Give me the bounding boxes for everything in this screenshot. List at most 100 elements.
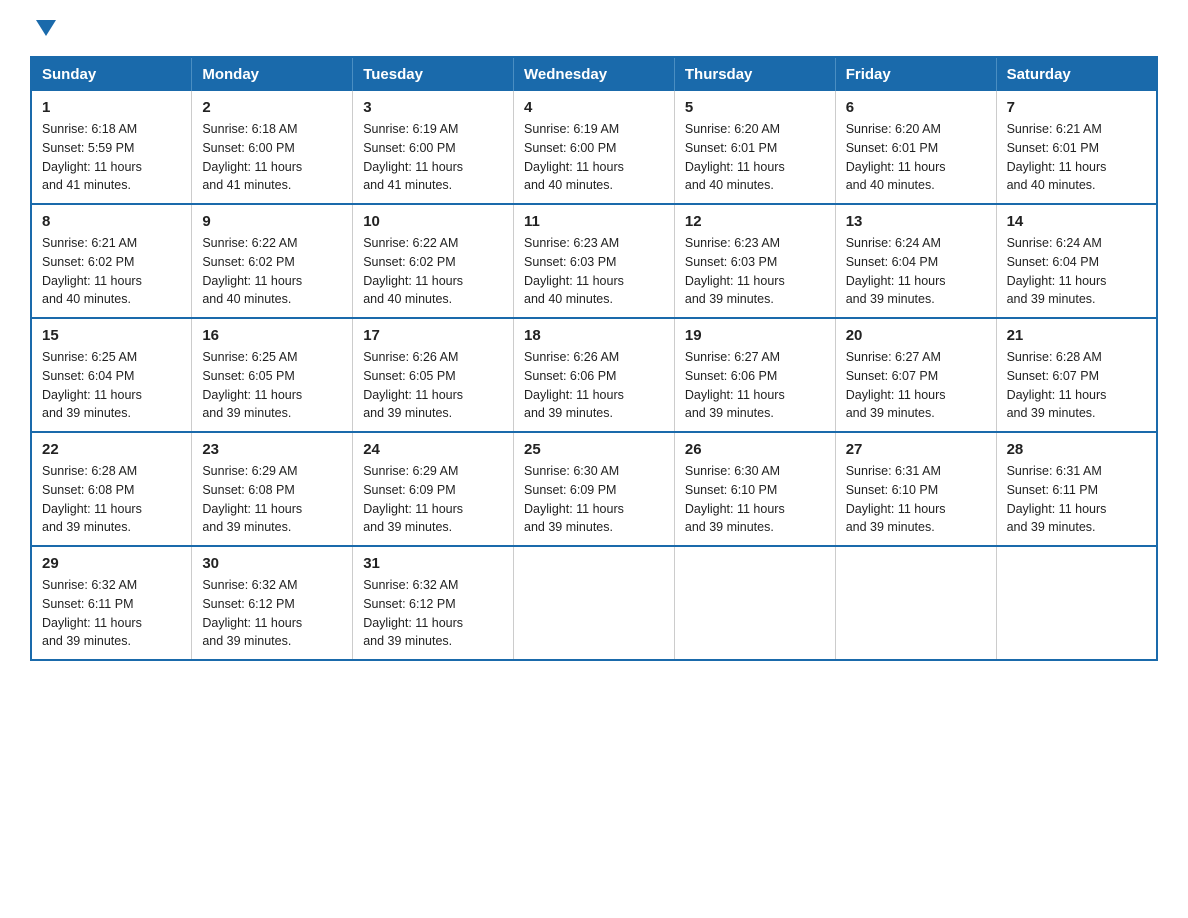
calendar-cell: 16 Sunrise: 6:25 AMSunset: 6:05 PMDaylig… [192,318,353,432]
calendar-cell: 23 Sunrise: 6:29 AMSunset: 6:08 PMDaylig… [192,432,353,546]
calendar-cell: 22 Sunrise: 6:28 AMSunset: 6:08 PMDaylig… [31,432,192,546]
weekday-header-saturday: Saturday [996,57,1157,91]
day-info: Sunrise: 6:22 AMSunset: 6:02 PMDaylight:… [202,234,342,309]
logo-blue-text [30,20,56,36]
calendar-cell: 1 Sunrise: 6:18 AMSunset: 5:59 PMDayligh… [31,91,192,204]
calendar-cell: 10 Sunrise: 6:22 AMSunset: 6:02 PMDaylig… [353,204,514,318]
calendar-week-row: 22 Sunrise: 6:28 AMSunset: 6:08 PMDaylig… [31,432,1157,546]
day-number: 28 [1007,441,1146,458]
day-number: 5 [685,99,825,116]
calendar-cell: 14 Sunrise: 6:24 AMSunset: 6:04 PMDaylig… [996,204,1157,318]
day-info: Sunrise: 6:24 AMSunset: 6:04 PMDaylight:… [1007,234,1146,309]
day-number: 17 [363,327,503,344]
calendar-cell [996,546,1157,660]
calendar-cell [835,546,996,660]
day-info: Sunrise: 6:31 AMSunset: 6:11 PMDaylight:… [1007,462,1146,537]
day-info: Sunrise: 6:29 AMSunset: 6:08 PMDaylight:… [202,462,342,537]
day-info: Sunrise: 6:19 AMSunset: 6:00 PMDaylight:… [363,120,503,195]
day-number: 14 [1007,213,1146,230]
weekday-header-wednesday: Wednesday [514,57,675,91]
calendar-cell: 30 Sunrise: 6:32 AMSunset: 6:12 PMDaylig… [192,546,353,660]
day-info: Sunrise: 6:27 AMSunset: 6:06 PMDaylight:… [685,348,825,423]
calendar-cell: 9 Sunrise: 6:22 AMSunset: 6:02 PMDayligh… [192,204,353,318]
day-info: Sunrise: 6:31 AMSunset: 6:10 PMDaylight:… [846,462,986,537]
day-number: 6 [846,99,986,116]
day-number: 27 [846,441,986,458]
day-number: 19 [685,327,825,344]
calendar-cell: 12 Sunrise: 6:23 AMSunset: 6:03 PMDaylig… [674,204,835,318]
calendar-cell: 4 Sunrise: 6:19 AMSunset: 6:00 PMDayligh… [514,91,675,204]
calendar-cell: 26 Sunrise: 6:30 AMSunset: 6:10 PMDaylig… [674,432,835,546]
day-number: 3 [363,99,503,116]
day-info: Sunrise: 6:25 AMSunset: 6:04 PMDaylight:… [42,348,181,423]
day-info: Sunrise: 6:20 AMSunset: 6:01 PMDaylight:… [685,120,825,195]
calendar-cell: 5 Sunrise: 6:20 AMSunset: 6:01 PMDayligh… [674,91,835,204]
day-number: 20 [846,327,986,344]
logo [30,20,56,36]
calendar-cell: 2 Sunrise: 6:18 AMSunset: 6:00 PMDayligh… [192,91,353,204]
logo-triangle-icon [36,20,56,36]
calendar-cell: 28 Sunrise: 6:31 AMSunset: 6:11 PMDaylig… [996,432,1157,546]
day-number: 2 [202,99,342,116]
day-info: Sunrise: 6:32 AMSunset: 6:11 PMDaylight:… [42,576,181,651]
calendar-week-row: 1 Sunrise: 6:18 AMSunset: 5:59 PMDayligh… [31,91,1157,204]
day-info: Sunrise: 6:21 AMSunset: 6:01 PMDaylight:… [1007,120,1146,195]
day-info: Sunrise: 6:32 AMSunset: 6:12 PMDaylight:… [363,576,503,651]
day-number: 24 [363,441,503,458]
calendar-cell: 11 Sunrise: 6:23 AMSunset: 6:03 PMDaylig… [514,204,675,318]
day-info: Sunrise: 6:21 AMSunset: 6:02 PMDaylight:… [42,234,181,309]
day-number: 13 [846,213,986,230]
day-info: Sunrise: 6:27 AMSunset: 6:07 PMDaylight:… [846,348,986,423]
day-info: Sunrise: 6:26 AMSunset: 6:05 PMDaylight:… [363,348,503,423]
day-number: 23 [202,441,342,458]
weekday-header-sunday: Sunday [31,57,192,91]
day-info: Sunrise: 6:30 AMSunset: 6:09 PMDaylight:… [524,462,664,537]
calendar-table: SundayMondayTuesdayWednesdayThursdayFrid… [30,56,1158,661]
calendar-cell: 21 Sunrise: 6:28 AMSunset: 6:07 PMDaylig… [996,318,1157,432]
weekday-header-tuesday: Tuesday [353,57,514,91]
day-info: Sunrise: 6:19 AMSunset: 6:00 PMDaylight:… [524,120,664,195]
weekday-header-thursday: Thursday [674,57,835,91]
day-info: Sunrise: 6:28 AMSunset: 6:08 PMDaylight:… [42,462,181,537]
day-info: Sunrise: 6:18 AMSunset: 5:59 PMDaylight:… [42,120,181,195]
day-number: 25 [524,441,664,458]
day-number: 29 [42,555,181,572]
day-number: 10 [363,213,503,230]
calendar-week-row: 29 Sunrise: 6:32 AMSunset: 6:11 PMDaylig… [31,546,1157,660]
day-number: 4 [524,99,664,116]
day-number: 30 [202,555,342,572]
calendar-header-row: SundayMondayTuesdayWednesdayThursdayFrid… [31,57,1157,91]
calendar-cell: 6 Sunrise: 6:20 AMSunset: 6:01 PMDayligh… [835,91,996,204]
day-info: Sunrise: 6:26 AMSunset: 6:06 PMDaylight:… [524,348,664,423]
calendar-cell: 3 Sunrise: 6:19 AMSunset: 6:00 PMDayligh… [353,91,514,204]
page-header [30,20,1158,36]
calendar-cell: 7 Sunrise: 6:21 AMSunset: 6:01 PMDayligh… [996,91,1157,204]
day-number: 15 [42,327,181,344]
day-number: 31 [363,555,503,572]
calendar-cell: 8 Sunrise: 6:21 AMSunset: 6:02 PMDayligh… [31,204,192,318]
day-number: 18 [524,327,664,344]
day-number: 7 [1007,99,1146,116]
day-info: Sunrise: 6:20 AMSunset: 6:01 PMDaylight:… [846,120,986,195]
day-info: Sunrise: 6:18 AMSunset: 6:00 PMDaylight:… [202,120,342,195]
calendar-cell: 31 Sunrise: 6:32 AMSunset: 6:12 PMDaylig… [353,546,514,660]
day-number: 21 [1007,327,1146,344]
calendar-cell [514,546,675,660]
day-info: Sunrise: 6:22 AMSunset: 6:02 PMDaylight:… [363,234,503,309]
day-info: Sunrise: 6:23 AMSunset: 6:03 PMDaylight:… [524,234,664,309]
calendar-cell: 13 Sunrise: 6:24 AMSunset: 6:04 PMDaylig… [835,204,996,318]
day-number: 16 [202,327,342,344]
weekday-header-friday: Friday [835,57,996,91]
calendar-cell [674,546,835,660]
weekday-header-monday: Monday [192,57,353,91]
calendar-cell: 20 Sunrise: 6:27 AMSunset: 6:07 PMDaylig… [835,318,996,432]
calendar-week-row: 15 Sunrise: 6:25 AMSunset: 6:04 PMDaylig… [31,318,1157,432]
day-info: Sunrise: 6:30 AMSunset: 6:10 PMDaylight:… [685,462,825,537]
day-number: 12 [685,213,825,230]
calendar-cell: 29 Sunrise: 6:32 AMSunset: 6:11 PMDaylig… [31,546,192,660]
calendar-cell: 25 Sunrise: 6:30 AMSunset: 6:09 PMDaylig… [514,432,675,546]
day-number: 9 [202,213,342,230]
day-info: Sunrise: 6:25 AMSunset: 6:05 PMDaylight:… [202,348,342,423]
calendar-cell: 18 Sunrise: 6:26 AMSunset: 6:06 PMDaylig… [514,318,675,432]
day-number: 22 [42,441,181,458]
